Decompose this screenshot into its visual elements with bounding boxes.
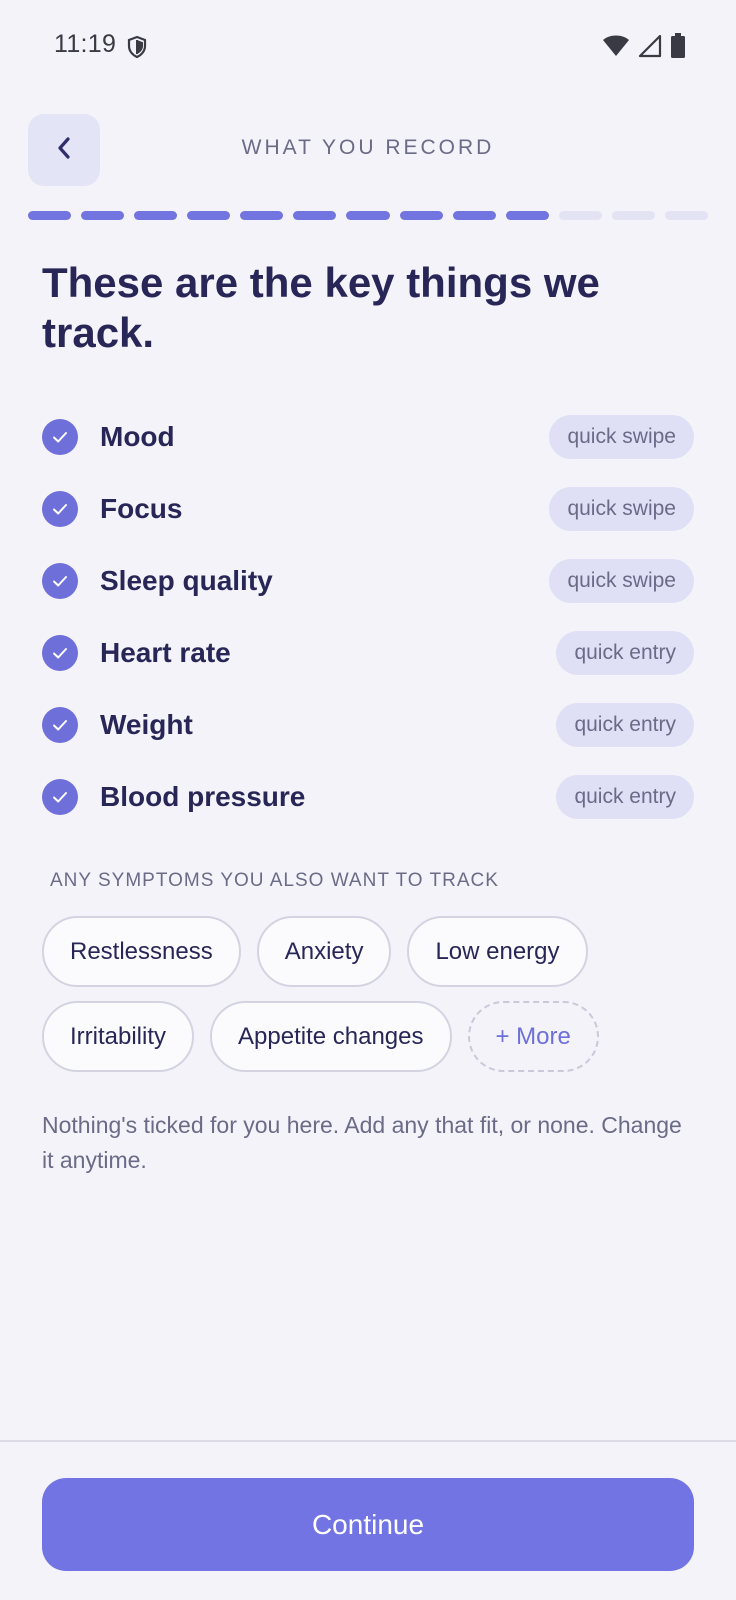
tracked-item-label: Sleep quality [100, 565, 273, 596]
progress-indicator [28, 211, 709, 220]
tracked-item-method: quick entry [556, 703, 694, 747]
shield-icon [126, 35, 148, 59]
symptom-chip-restlessness[interactable]: Restlessness [42, 916, 241, 987]
symptom-chip-anxiety[interactable]: Anxiety [256, 916, 392, 987]
progress-step-complete [293, 211, 337, 220]
cell-signal-icon [638, 34, 662, 63]
tracked-item: Heart rate quick entry [42, 617, 694, 689]
tracked-items-list: Mood quick swipe Focus quick swipe Sleep… [42, 401, 694, 833]
wifi-icon [602, 34, 630, 63]
back-button[interactable] [28, 114, 100, 186]
progress-step-complete [81, 211, 125, 220]
tracked-item-method: quick swipe [549, 415, 694, 459]
progress-step-pending [611, 211, 655, 220]
symptom-chip-group: Restlessness Anxiety Low energy Irritabi… [42, 916, 702, 1072]
battery-icon [670, 33, 686, 64]
tracked-item-label: Heart rate [100, 637, 231, 668]
symptom-chip-low-energy[interactable]: Low energy [407, 916, 588, 987]
tracked-item-label: Blood pressure [100, 781, 306, 812]
status-time: 11:19 [54, 30, 117, 58]
progress-step-complete [399, 211, 443, 220]
chevron-left-icon [54, 134, 74, 167]
status-bar: 11:19 [0, 0, 736, 94]
more-symptoms-button[interactable]: + More [467, 1001, 599, 1072]
progress-step-complete [452, 211, 496, 220]
check-icon [42, 707, 78, 743]
progress-step-complete [28, 211, 72, 220]
symptom-chip-irritability[interactable]: Irritability [42, 1001, 195, 1072]
tracked-item-label: Mood [100, 421, 175, 452]
tracked-item-method: quick swipe [549, 487, 694, 531]
progress-step-complete [240, 211, 284, 220]
progress-step-pending [558, 211, 602, 220]
progress-step-complete [134, 211, 178, 220]
status-icons [602, 33, 686, 64]
symptom-chip-appetite-changes[interactable]: Appetite changes [210, 1001, 452, 1072]
tracked-item-method: quick entry [556, 775, 694, 819]
tracked-item: Weight quick entry [42, 689, 694, 761]
tracked-item-method: quick entry [556, 631, 694, 675]
header: WHAT YOU RECORD [28, 114, 708, 186]
tracked-item-label: Weight [100, 709, 193, 740]
continue-button[interactable]: Continue [42, 1478, 694, 1571]
footer-divider [0, 1440, 736, 1442]
tracked-item: Mood quick swipe [42, 401, 694, 473]
tracked-item-label: Focus [100, 493, 183, 524]
check-icon [42, 563, 78, 599]
tracked-item: Blood pressure quick entry [42, 761, 694, 833]
check-icon [42, 635, 78, 671]
tracked-item: Focus quick swipe [42, 473, 694, 545]
progress-step-complete [187, 211, 231, 220]
tracked-item: Sleep quality quick swipe [42, 545, 694, 617]
symptoms-section-title: ANY SYMPTOMS YOU ALSO WANT TO TRACK [50, 870, 499, 891]
check-icon [42, 491, 78, 527]
check-icon [42, 779, 78, 815]
check-icon [42, 419, 78, 455]
helper-note: Nothing's ticked for you here. Add any t… [42, 1112, 682, 1173]
headline: These are the key things we track. [42, 259, 600, 356]
tracked-item-method: quick swipe [549, 559, 694, 603]
progress-step-pending [664, 211, 709, 220]
progress-step-complete [346, 211, 390, 220]
progress-step-complete [505, 211, 549, 220]
page-title: WHAT YOU RECORD [241, 136, 495, 159]
